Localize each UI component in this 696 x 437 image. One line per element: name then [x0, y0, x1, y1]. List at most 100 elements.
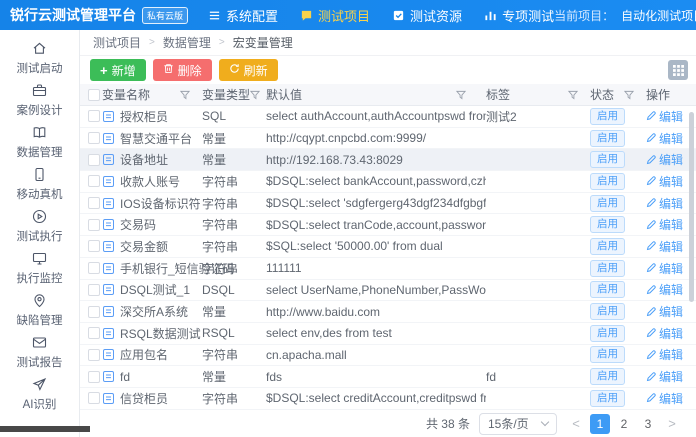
edit-link[interactable]: 编辑 — [646, 303, 683, 320]
edit-link[interactable]: 编辑 — [646, 216, 683, 233]
table-row[interactable]: 授权柜员SQLselect authAccount,authAccountpsw… — [80, 106, 696, 128]
status-badge[interactable]: 启用 — [590, 303, 625, 320]
status-badge[interactable]: 启用 — [590, 151, 625, 168]
variable-name-cell: 应用包名 — [102, 346, 202, 363]
status-cell: 启用 — [590, 390, 646, 407]
status-badge[interactable]: 启用 — [590, 195, 625, 212]
variable-type-cell: RSQL — [202, 326, 266, 340]
refresh-button[interactable]: 刷新 — [219, 59, 278, 81]
table-row[interactable]: 智慧交通平台常量http://cqypt.cnpcbd.com:9999/启用编… — [80, 128, 696, 150]
row-checkbox[interactable] — [88, 392, 100, 404]
edit-link[interactable]: 编辑 — [646, 368, 683, 385]
page-button-1[interactable]: 1 — [590, 414, 610, 434]
default-value-cell: select authAccount,authAccountpswd from … — [266, 109, 486, 123]
sidebar-item-test-launch[interactable]: 测试启动 — [0, 40, 79, 82]
edit-link[interactable]: 编辑 — [646, 130, 683, 147]
filter-icon[interactable] — [456, 90, 466, 100]
status-badge[interactable]: 启用 — [590, 260, 625, 277]
select-all-checkbox[interactable] — [88, 89, 100, 101]
table-row[interactable]: RSQL数据测试RSQLselect env,des from test启用编辑 — [80, 323, 696, 345]
table-row[interactable]: 深交所A系统常量http://www.baidu.com启用编辑 — [80, 301, 696, 323]
prev-page-button[interactable]: < — [566, 414, 586, 434]
status-badge[interactable]: 启用 — [590, 346, 625, 363]
filter-icon[interactable] — [180, 90, 190, 100]
edit-link[interactable]: 编辑 — [646, 173, 683, 190]
row-checkbox[interactable] — [88, 110, 100, 122]
edit-link[interactable]: 编辑 — [646, 325, 683, 342]
row-checkbox[interactable] — [88, 175, 100, 187]
edit-link[interactable]: 编辑 — [646, 390, 683, 407]
status-badge[interactable]: 启用 — [590, 108, 625, 125]
table-row[interactable]: 交易金额字符串$SQL:select '50000.00' from dual启… — [80, 236, 696, 258]
edit-pencil-icon — [646, 155, 656, 165]
menu-item-test-resource[interactable]: 测试资源 — [392, 6, 462, 25]
sidebar-item-mobile-device[interactable]: 移动真机 — [0, 166, 79, 208]
row-checkbox[interactable] — [88, 262, 100, 274]
variable-name-cell: fd — [102, 370, 202, 384]
table-row[interactable]: 手机银行_短信验证码字符串111111启用编辑 — [80, 258, 696, 280]
edit-link[interactable]: 编辑 — [646, 195, 683, 212]
row-checkbox[interactable] — [88, 349, 100, 361]
sidebar-item-case-design[interactable]: 案例设计 — [0, 82, 79, 124]
status-badge[interactable]: 启用 — [590, 390, 625, 407]
row-checkbox[interactable] — [88, 284, 100, 296]
sidebar-item-data-management[interactable]: 数据管理 — [0, 124, 79, 166]
scrollbar-thumb[interactable] — [689, 112, 694, 302]
row-checkbox[interactable] — [88, 154, 100, 166]
filter-icon[interactable] — [250, 90, 260, 100]
status-badge[interactable]: 启用 — [590, 173, 625, 190]
row-checkbox[interactable] — [88, 197, 100, 209]
next-page-button[interactable]: > — [662, 414, 682, 434]
edit-link[interactable]: 编辑 — [646, 260, 683, 277]
sidebar-item-execution-monitor[interactable]: 执行监控 — [0, 250, 79, 292]
menu-item-system-config[interactable]: 系统配置 — [208, 6, 278, 25]
sidebar-item-defect-management[interactable]: 缺陷管理 — [0, 292, 79, 334]
row-checkbox[interactable] — [88, 132, 100, 144]
edit-link[interactable]: 编辑 — [646, 108, 683, 125]
row-checkbox[interactable] — [88, 219, 100, 231]
table-row[interactable]: 应用包名字符串cn.apacha.mall启用编辑 — [80, 345, 696, 367]
table-row[interactable]: DSQL测试_1DSQLselect UserName,PhoneNumber,… — [80, 280, 696, 302]
edit-link[interactable]: 编辑 — [646, 346, 683, 363]
sidebar-item-ai-recognition[interactable]: AI识别 — [0, 376, 79, 418]
table-row[interactable]: 信贷柜员字符串$DSQL:select creditAccount,credit… — [80, 388, 696, 410]
default-value-cell: cn.apacha.mall — [266, 348, 486, 362]
table-row[interactable]: IOS设备标识符字符串$DSQL:select 'sdgfergerg43dgf… — [80, 193, 696, 215]
edit-link[interactable]: 编辑 — [646, 151, 683, 168]
edit-link[interactable]: 编辑 — [646, 238, 683, 255]
page-size-select[interactable]: 15条/页 — [479, 413, 557, 435]
status-badge[interactable]: 启用 — [590, 325, 625, 342]
breadcrumb-item[interactable]: 数据管理 — [163, 34, 211, 51]
delete-button[interactable]: 删除 — [153, 59, 212, 81]
table-row[interactable]: 交易码字符串$DSQL:select tranCode,account,pass… — [80, 214, 696, 236]
table-row[interactable]: 设备地址常量http://192.168.73.43:8029启用编辑 — [80, 149, 696, 171]
row-checkbox[interactable] — [88, 306, 100, 318]
page-button-3[interactable]: 3 — [638, 414, 658, 434]
table-row[interactable]: fd常量fdsfd启用编辑 — [80, 366, 696, 388]
status-badge[interactable]: 启用 — [590, 368, 625, 385]
page-button-2[interactable]: 2 — [614, 414, 634, 434]
row-checkbox[interactable] — [88, 371, 100, 383]
status-badge[interactable]: 启用 — [590, 281, 625, 298]
column-settings-icon[interactable] — [668, 60, 688, 80]
sidebar-item-test-report[interactable]: 测试报告 — [0, 334, 79, 376]
action-cell: 编辑 — [646, 368, 696, 385]
home-icon — [31, 40, 48, 57]
status-badge[interactable]: 启用 — [590, 238, 625, 255]
add-button[interactable]: + 新增 — [90, 59, 146, 81]
menu-item-test-project[interactable]: 测试项目 — [300, 6, 370, 25]
status-badge[interactable]: 启用 — [590, 216, 625, 233]
current-project-name[interactable]: 自动化测试项目|TP-1904- — [621, 7, 696, 24]
variable-doc-icon — [102, 197, 115, 210]
edit-link[interactable]: 编辑 — [646, 281, 683, 298]
filter-icon[interactable] — [568, 90, 578, 100]
table-row[interactable]: 收款人账号字符串$DSQL:select bankAccount,passwor… — [80, 171, 696, 193]
breadcrumb-item[interactable]: 测试项目 — [93, 34, 141, 51]
menu-item-special-test[interactable]: 专项测试 — [484, 6, 554, 25]
variable-doc-icon — [102, 327, 115, 340]
row-checkbox[interactable] — [88, 240, 100, 252]
sidebar-item-test-execution[interactable]: 测试执行 — [0, 208, 79, 250]
status-badge[interactable]: 启用 — [590, 130, 625, 147]
filter-icon[interactable] — [624, 90, 634, 100]
row-checkbox[interactable] — [88, 327, 100, 339]
